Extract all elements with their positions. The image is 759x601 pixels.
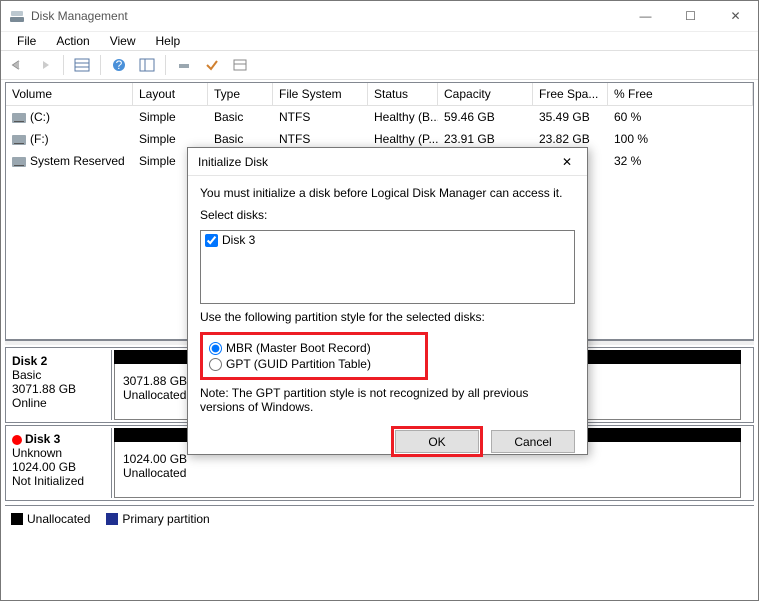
menubar: File Action View Help: [1, 31, 758, 51]
col-capacity[interactable]: Capacity: [438, 83, 533, 105]
refresh-icon[interactable]: [172, 54, 196, 76]
drive-icon: [12, 135, 26, 145]
col-free[interactable]: Free Spa...: [533, 83, 608, 105]
disk-info: Disk 2 Basic 3071.88 GB Online: [6, 350, 112, 420]
window-title: Disk Management: [31, 9, 623, 23]
disk-info: Disk 3 Unknown 1024.00 GB Not Initialize…: [6, 428, 112, 498]
mbr-radio[interactable]: [209, 342, 222, 355]
disk3-checkbox[interactable]: [205, 234, 218, 247]
check-icon[interactable]: [200, 54, 224, 76]
select-disks-label: Select disks:: [200, 208, 575, 222]
maximize-button[interactable]: ☐: [668, 1, 713, 31]
menu-file[interactable]: File: [7, 32, 46, 50]
partition-style-group: MBR (Master Boot Record) GPT (GUID Parti…: [200, 332, 428, 380]
initialize-disk-dialog: Initialize Disk ✕ You must initialize a …: [187, 147, 588, 455]
col-volume[interactable]: Volume: [6, 83, 133, 105]
column-headers: Volume Layout Type File System Status Ca…: [6, 83, 753, 106]
tool-grid-icon[interactable]: [70, 54, 94, 76]
disk-type: Unknown: [12, 446, 62, 460]
dialog-intro-text: You must initialize a disk before Logica…: [200, 186, 575, 200]
minimize-button[interactable]: —: [623, 1, 668, 31]
mbr-option[interactable]: MBR (Master Boot Record): [209, 341, 419, 355]
disk-title: Disk 2: [12, 354, 47, 368]
legend-label: Primary partition: [122, 512, 209, 526]
gpt-label: GPT (GUID Partition Table): [226, 357, 371, 371]
drive-icon: [12, 113, 26, 123]
vol-name: System Reserved: [30, 154, 125, 168]
separator: [100, 55, 101, 75]
back-button[interactable]: [5, 54, 29, 76]
partition-size: 3071.88 GB: [123, 374, 187, 388]
partition-state: Unallocated: [123, 388, 186, 402]
volume-row[interactable]: (C:) Simple Basic NTFS Healthy (B... 59.…: [6, 106, 753, 128]
partition-style-label: Use the following partition style for th…: [200, 310, 575, 324]
vol-capacity: 59.46 GB: [438, 106, 533, 128]
col-status[interactable]: Status: [368, 83, 438, 105]
dialog-titlebar: Initialize Disk ✕: [188, 148, 587, 176]
dialog-buttons: OK Cancel: [188, 426, 587, 463]
close-button[interactable]: ✕: [713, 1, 758, 31]
vol-layout: Simple: [133, 106, 208, 128]
gpt-note-text: Note: The GPT partition style is not rec…: [200, 386, 575, 414]
svg-text:?: ?: [116, 58, 123, 72]
vol-name: (F:): [30, 132, 49, 146]
separator: [165, 55, 166, 75]
legend-unallocated: Unallocated: [11, 512, 90, 526]
dialog-close-button[interactable]: ✕: [547, 148, 587, 175]
help-icon[interactable]: ?: [107, 54, 131, 76]
window-controls: — ☐ ✕: [623, 1, 758, 31]
swatch-blue-icon: [106, 513, 118, 525]
col-type[interactable]: Type: [208, 83, 273, 105]
vol-status: Healthy (B...: [368, 106, 438, 128]
ok-button[interactable]: OK: [395, 430, 479, 453]
forward-button[interactable]: [33, 54, 57, 76]
app-icon: [9, 8, 25, 24]
vol-pct: 32 %: [608, 150, 753, 172]
disk-select-listbox[interactable]: Disk 3: [200, 230, 575, 304]
vol-fs: NTFS: [273, 106, 368, 128]
disk3-label: Disk 3: [222, 233, 255, 247]
dialog-title: Initialize Disk: [198, 155, 547, 169]
tool-panel-icon[interactable]: [135, 54, 159, 76]
legend-label: Unallocated: [27, 512, 90, 526]
disk-type: Basic: [12, 368, 41, 382]
toolbar: ?: [1, 51, 758, 80]
vol-pct: 100 %: [608, 128, 753, 150]
menu-view[interactable]: View: [100, 32, 146, 50]
cancel-button[interactable]: Cancel: [491, 430, 575, 453]
col-fs[interactable]: File System: [273, 83, 368, 105]
vol-free: 35.49 GB: [533, 106, 608, 128]
gpt-option[interactable]: GPT (GUID Partition Table): [209, 357, 419, 371]
vol-name: (C:): [30, 110, 50, 124]
disk-size: 3071.88 GB: [12, 382, 76, 396]
partition-size: 1024.00 GB: [123, 452, 187, 466]
col-pct[interactable]: % Free: [608, 83, 753, 105]
disk-size: 1024.00 GB: [12, 460, 76, 474]
vol-type: Basic: [208, 106, 273, 128]
menu-action[interactable]: Action: [46, 32, 99, 50]
drive-icon: [12, 157, 26, 167]
mbr-label: MBR (Master Boot Record): [226, 341, 371, 355]
swatch-black-icon: [11, 513, 23, 525]
properties-icon[interactable]: [228, 54, 252, 76]
disk-state: Online: [12, 396, 47, 410]
disk-checkbox-row[interactable]: Disk 3: [205, 233, 570, 247]
separator: [63, 55, 64, 75]
dialog-body: You must initialize a disk before Logica…: [188, 176, 587, 426]
legend: Unallocated Primary partition: [5, 505, 754, 532]
disk-title: Disk 3: [12, 432, 60, 446]
menu-help[interactable]: Help: [146, 32, 191, 50]
disk-state: Not Initialized: [12, 474, 84, 488]
vol-pct: 60 %: [608, 106, 753, 128]
gpt-radio[interactable]: [209, 358, 222, 371]
titlebar: Disk Management — ☐ ✕: [1, 1, 758, 31]
col-layout[interactable]: Layout: [133, 83, 208, 105]
partition-state: Unallocated: [123, 466, 186, 480]
legend-primary: Primary partition: [106, 512, 209, 526]
